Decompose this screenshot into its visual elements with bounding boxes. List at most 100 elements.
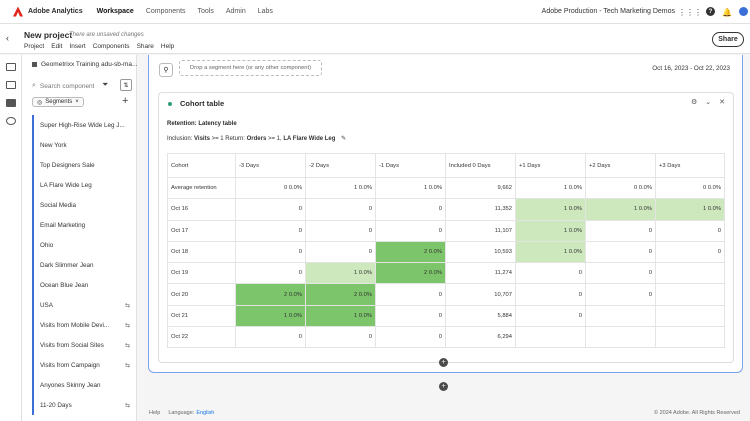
segment-item[interactable]: Dark Slimmer Jean [32, 255, 140, 275]
cohort-cell[interactable]: 1 0.0% [515, 240, 586, 264]
cohort-cell[interactable]: 0 [655, 219, 725, 242]
cohort-label[interactable]: Oct 19 [167, 262, 236, 285]
segment-item[interactable]: 11-20 Days ⇆ [32, 395, 140, 415]
cohort-cell[interactable] [585, 304, 656, 328]
cohort-cell[interactable]: 2 0.0% [235, 283, 306, 306]
cohort-cell[interactable]: 1 0.0% [305, 262, 376, 285]
cohort-cell[interactable]: 0 [305, 198, 376, 221]
cohort-label[interactable]: Oct 22 [167, 326, 236, 349]
nav-components[interactable]: Components [146, 8, 186, 15]
cohort-cell[interactable]: 2 0.0% [305, 283, 376, 306]
cohort-cell[interactable]: 1 0.0% [305, 304, 376, 328]
cohort-cell[interactable]: 0 [235, 326, 306, 349]
cohort-cell[interactable]: 1 0.0% [235, 304, 306, 328]
cohort-cell[interactable]: 0 [375, 304, 446, 328]
gear-icon[interactable]: ⚙ [691, 98, 697, 106]
cohort-cell[interactable]: 0 [585, 219, 656, 242]
add-panel-icon[interactable]: + [439, 382, 448, 391]
cohort-cell[interactable]: 0 [585, 262, 656, 285]
cohort-cell[interactable]: 0 [305, 219, 376, 242]
panels-icon[interactable] [6, 63, 16, 71]
cohort-cell[interactable]: 0 [235, 198, 306, 221]
cohort-cell[interactable]: 0 [515, 304, 586, 328]
column-header[interactable]: +2 Days [585, 153, 656, 178]
adobe-logo-icon[interactable] [13, 6, 23, 17]
menu-edit[interactable]: Edit [51, 43, 62, 50]
cohort-cell[interactable]: 2 0.0% [375, 240, 446, 264]
segment-item[interactable]: Ohio [32, 235, 140, 255]
cohort-label[interactable]: Oct 18 [167, 240, 236, 264]
help-icon[interactable]: ? [706, 7, 715, 16]
cohort-cell[interactable]: 0 [305, 240, 376, 264]
project-title[interactable]: New project [24, 30, 72, 40]
column-header[interactable]: Included 0 Days [445, 153, 516, 178]
cohort-cell[interactable]: 0 [235, 219, 306, 242]
segment-item[interactable]: Ocean Blue Jean [32, 275, 140, 295]
menu-share[interactable]: Share [137, 43, 154, 50]
column-header[interactable]: +1 Days [515, 153, 586, 178]
apps-grid-icon[interactable]: ⋮⋮⋮ [678, 7, 702, 17]
funnel-icon[interactable]: ⏷ [102, 80, 108, 90]
column-header[interactable]: -2 Days [305, 153, 376, 178]
cohort-cell[interactable]: 10,593 [445, 240, 516, 264]
chevron-down-icon[interactable]: ⌄ [705, 98, 711, 106]
cohort-cell[interactable] [515, 326, 586, 349]
components-icon[interactable] [6, 99, 16, 107]
add-visualization-icon[interactable]: + [439, 358, 448, 367]
cohort-label[interactable]: Oct 21 [167, 304, 236, 328]
nav-workspace[interactable]: Workspace [97, 8, 134, 15]
bell-icon[interactable]: 🔔 [722, 7, 732, 17]
cohort-label[interactable]: Oct 17 [167, 219, 236, 242]
avatar[interactable] [739, 7, 748, 16]
back-chevron-icon[interactable]: ‹ [6, 33, 9, 43]
component-search[interactable]: ⌕ Search component [32, 80, 112, 92]
cohort-cell[interactable]: 0 [585, 240, 656, 264]
add-segment-icon[interactable]: + [122, 95, 128, 107]
cohort-cell[interactable]: 0 [515, 262, 586, 285]
cohort-cell[interactable]: 0 [375, 198, 446, 221]
footer-help-link[interactable]: Help [149, 410, 160, 416]
cohort-cell[interactable] [655, 326, 725, 349]
cohort-cell[interactable]: 0 [375, 326, 446, 349]
cohort-cell[interactable]: 9,662 [445, 176, 516, 200]
cohort-cell[interactable]: 0 [305, 326, 376, 349]
cohort-cell[interactable] [655, 283, 725, 306]
cohort-cell[interactable]: 1 0.0% [515, 198, 586, 221]
segment-item[interactable]: Visits from Social Sites ⇆ [32, 335, 140, 355]
segment-item[interactable]: LA Flare Wide Leg [32, 175, 140, 195]
close-icon[interactable]: × [75, 99, 79, 105]
segment-item[interactable]: Super High-Rise Wide Leg J... [32, 115, 140, 135]
cohort-cell[interactable]: 0 [655, 240, 725, 264]
cohort-cell[interactable]: 0 0.0% [655, 176, 725, 200]
cohort-cell[interactable] [585, 326, 656, 349]
segment-item[interactable]: Anyones Skinny Jean [32, 375, 140, 395]
cohort-cell[interactable]: 11,274 [445, 262, 516, 285]
cohort-label[interactable]: Oct 16 [167, 198, 236, 221]
segment-item[interactable]: USA ⇆ [32, 295, 140, 315]
cohort-cell[interactable]: 0 [375, 283, 446, 306]
cohort-cell[interactable] [655, 304, 725, 328]
segments-filter-chip[interactable]: ◎ Segments × [32, 97, 84, 107]
cohort-cell[interactable]: 1 0.0% [375, 176, 446, 200]
cohort-cell[interactable]: 1 0.0% [515, 176, 586, 200]
cohort-cell[interactable] [655, 262, 725, 285]
column-header[interactable]: -1 Days [375, 153, 446, 178]
menu-insert[interactable]: Insert [69, 43, 85, 50]
cohort-cell[interactable]: 0 [375, 219, 446, 242]
cohort-cell[interactable]: 0 [235, 262, 306, 285]
report-suite-selector[interactable]: Geometrixx Training adu-sb-ma... [32, 61, 137, 68]
cohort-cell[interactable]: 1 0.0% [655, 198, 725, 221]
segment-item[interactable]: Top Designers Sale [32, 155, 140, 175]
cohort-cell[interactable]: 11,107 [445, 219, 516, 242]
cohort-label[interactable]: Average retention [167, 176, 236, 200]
segment-item[interactable]: Visits from Campaign ⇆ [32, 355, 140, 375]
cohort-cell[interactable]: 1 0.0% [305, 176, 376, 200]
cohort-cell[interactable]: 11,352 [445, 198, 516, 221]
filter-options-button[interactable]: ⇅ [120, 79, 132, 91]
share-button[interactable]: Share [712, 32, 744, 47]
cohort-cell[interactable]: 0 [585, 283, 656, 306]
segment-dropzone[interactable]: Drop a segment here (or any other compon… [179, 60, 322, 76]
cohort-cell[interactable]: 6,294 [445, 326, 516, 349]
menu-project[interactable]: Project [24, 43, 44, 50]
segment-item[interactable]: Email Marketing [32, 215, 140, 235]
